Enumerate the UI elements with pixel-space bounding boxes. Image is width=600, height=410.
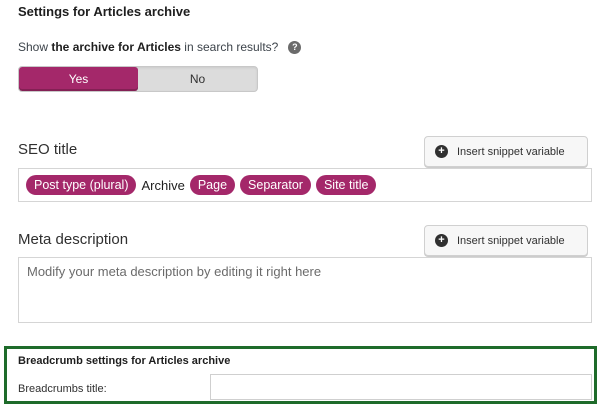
archive-visibility-question: Show the archive for Articles in search … [18, 40, 302, 54]
snippet-variable-pill[interactable]: Post type (plural) [26, 175, 137, 195]
question-prefix: Show [18, 40, 52, 54]
seo-title-text: Archive [141, 177, 185, 193]
meta-description-insert-snippet-button[interactable]: + Insert snippet variable [424, 225, 588, 256]
meta-description-label: Meta description [18, 231, 129, 248]
toggle-no-option[interactable]: No [138, 67, 257, 91]
plus-circle-icon: + [435, 234, 448, 247]
question-suffix: in search results? [180, 40, 279, 54]
snippet-variable-pill[interactable]: Page [189, 175, 236, 195]
question-bold: the archive for Articles [51, 40, 181, 54]
meta-description-input[interactable]: Modify your meta description by editing … [18, 257, 592, 323]
breadcrumbs-title-input[interactable] [210, 374, 592, 400]
toggle-yes-option[interactable]: Yes [19, 67, 138, 91]
seo-title-input[interactable]: Post type (plural) Archive Page Separator Si… [18, 168, 592, 202]
section-heading: Settings for Articles archive [18, 4, 191, 19]
plus-circle-icon: + [435, 145, 448, 158]
help-icon[interactable]: ? [288, 40, 302, 54]
breadcrumb-settings-heading: Breadcrumb settings for Articles archive [18, 355, 231, 367]
seo-title-insert-snippet-button[interactable]: + Insert snippet variable [424, 136, 588, 167]
breadcrumb-settings-panel: Breadcrumb settings for Articles archive… [4, 346, 597, 404]
archive-visibility-toggle[interactable]: Yes No [18, 66, 258, 92]
insert-snippet-label: Insert snippet variable [457, 145, 565, 158]
snippet-variable-pill[interactable]: Site title [315, 175, 377, 195]
snippet-variable-pill[interactable]: Separator [240, 175, 311, 195]
breadcrumbs-title-label: Breadcrumbs title: [18, 383, 107, 395]
meta-description-placeholder: Modify your meta description by editing … [27, 264, 322, 279]
seo-title-label: SEO title [18, 141, 78, 158]
insert-snippet-label: Insert snippet variable [457, 234, 565, 247]
